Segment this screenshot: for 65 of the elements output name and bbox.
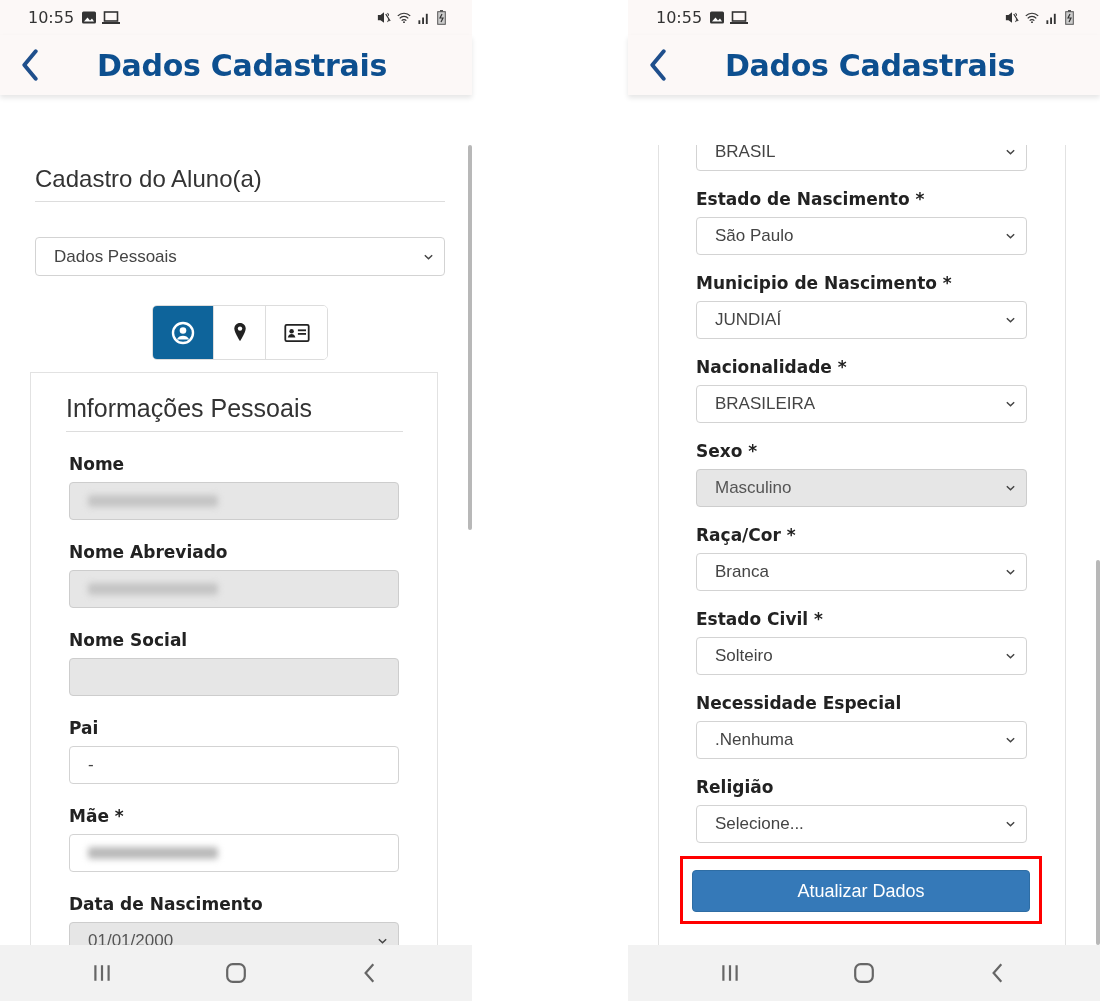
chevron-down-icon <box>1005 400 1016 408</box>
field-label: Mãe * <box>69 806 125 826</box>
chevron-down-icon <box>1005 820 1016 828</box>
field-label: Data de Nascimento <box>69 894 264 914</box>
input-field[interactable] <box>69 834 399 872</box>
field-label: Estado Civil * <box>696 609 824 629</box>
field-label: Religião <box>696 777 775 797</box>
chevron-down-icon <box>1005 652 1016 660</box>
home-icon[interactable] <box>853 962 875 984</box>
update-button[interactable]: Atualizar Dados <box>692 870 1030 912</box>
chevron-down-icon <box>1005 484 1016 492</box>
field-label: Nome <box>69 454 126 474</box>
input-field[interactable]: - <box>69 746 399 784</box>
field-label: Pai <box>69 718 100 738</box>
dropdown[interactable]: Branca <box>696 553 1027 591</box>
recent-apps-icon[interactable] <box>719 962 741 984</box>
dropdown[interactable]: BRASIL <box>696 145 1027 171</box>
app-title: Dados Cadastrais <box>97 47 388 83</box>
section-heading: Informações Pessoais <box>66 390 403 432</box>
clock-time: 10:55 <box>656 8 703 27</box>
app-title: Dados Cadastrais <box>725 47 1016 83</box>
home-icon[interactable] <box>225 962 247 984</box>
tab[interactable] <box>153 306 214 359</box>
mute-icon <box>1005 11 1019 24</box>
field-label: Nome Social <box>69 630 189 650</box>
field-label: Nome Abreviado <box>69 542 229 562</box>
chevron-down-icon <box>377 937 388 945</box>
chevron-down-icon <box>1005 736 1016 744</box>
dropdown[interactable]: Dados Pessoais <box>35 237 445 276</box>
dropdown[interactable]: JUNDIAÍ <box>696 301 1027 339</box>
person-icon <box>171 320 195 345</box>
field-label: Municipio de Nascimento * <box>696 273 953 293</box>
image-icon <box>82 11 97 24</box>
field-label: Estado de Nascimento * <box>696 189 926 209</box>
signal-icon <box>1045 11 1059 24</box>
chevron-down-icon <box>1005 568 1016 576</box>
dropdown[interactable]: BRASILEIRA <box>696 385 1027 423</box>
map-pin-icon <box>232 322 247 343</box>
field-label: Necessidade Especial <box>696 693 903 713</box>
signal-icon <box>417 11 431 24</box>
chevron-down-icon <box>1005 232 1016 240</box>
back-icon[interactable] <box>648 49 668 81</box>
field-label: Nacionalidade * <box>696 357 848 377</box>
laptop-icon <box>730 11 749 24</box>
clock-time: 10:55 <box>28 8 75 27</box>
page-title: Cadastro do Aluno(a) <box>35 165 445 202</box>
dropdown[interactable]: São Paulo <box>696 217 1027 255</box>
mute-icon <box>377 11 391 24</box>
id-card-icon <box>283 323 310 342</box>
field-label: Raça/Cor * <box>696 525 797 545</box>
laptop-icon <box>102 11 121 24</box>
battery-icon <box>437 10 446 25</box>
wifi-icon <box>397 11 411 24</box>
chevron-down-icon <box>1005 316 1016 324</box>
dropdown[interactable]: .Nenhuma <box>696 721 1027 759</box>
recent-apps-icon[interactable] <box>91 962 113 984</box>
dropdown[interactable]: Solteiro <box>696 637 1027 675</box>
wifi-icon <box>1025 11 1039 24</box>
image-icon <box>710 11 725 24</box>
dropdown[interactable]: Selecione... <box>696 805 1027 843</box>
chevron-down-icon <box>1005 148 1016 156</box>
chevron-down-icon <box>423 252 434 261</box>
back-icon[interactable] <box>20 49 40 81</box>
battery-icon <box>1065 10 1074 25</box>
field-label: Sexo * <box>696 441 759 461</box>
